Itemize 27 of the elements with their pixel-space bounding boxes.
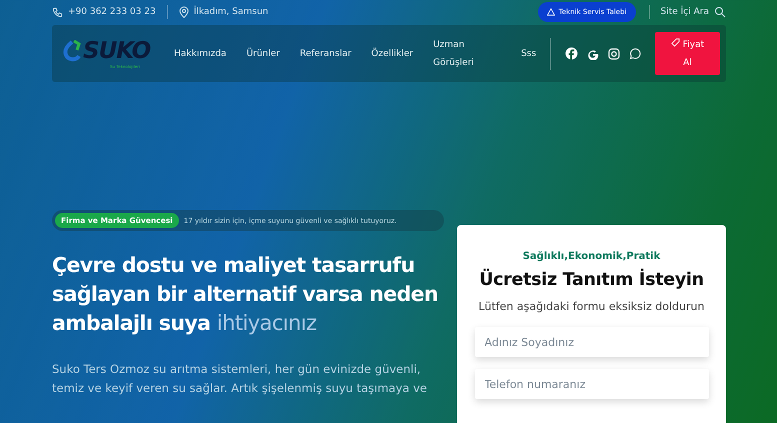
facebook-icon[interactable]	[565, 47, 578, 60]
nav-link[interactable]: Sss	[521, 44, 536, 62]
nav-link[interactable]: Hakkımızda	[174, 44, 226, 62]
google-icon[interactable]	[587, 48, 599, 60]
warning-icon	[546, 8, 555, 16]
input-field[interactable]: Adınız Soyadınız	[474, 327, 708, 357]
form-subtitle: Lütfen aşağıdaki formu eksiksiz doldurun	[478, 300, 704, 313]
input-field[interactable]: Telefon numaranız	[474, 369, 708, 399]
form-title: Ücretsiz Tanıtım İsteyin	[479, 270, 704, 290]
phone-icon	[52, 6, 63, 18]
search-icon[interactable]	[714, 6, 726, 18]
hero-heading: Çevre dostu ve maliyet tasarrufu sağlayan bir alternatif varsa neden ambalajlı suya ihtiyacınız	[52, 252, 439, 337]
instagram-icon[interactable]	[608, 48, 620, 60]
whatsapp-icon[interactable]	[629, 48, 641, 60]
nav-link[interactable]: Referanslar	[300, 44, 352, 62]
hero-paragraph: Suko Ters Ozmoz su arıtma sistemleri, her gün evinizde güvenli, temiz ve keyif veren su sağlar. Artık şişelenmiş suyu taşımaya ve	[52, 361, 428, 397]
location-pin-icon	[178, 6, 189, 18]
search-link[interactable]: Site İçi Ara	[660, 7, 709, 17]
nav-link[interactable]: Ürünler	[246, 44, 280, 62]
nav-link[interactable]: Özellikler	[371, 44, 414, 62]
logo-drop-icon	[62, 40, 82, 62]
tag-icon	[670, 38, 680, 46]
get-quote-button[interactable]: Fiyat Al	[655, 32, 720, 75]
nav-link[interactable]: Uzman Görüşleri	[433, 36, 482, 72]
form-eyebrow: Sağlıklı,Ekonomik,Pratik	[522, 251, 660, 262]
phone-number[interactable]: +90 362 233 03 23	[68, 7, 156, 17]
location-text: İlkadım, Samsun	[194, 7, 268, 17]
